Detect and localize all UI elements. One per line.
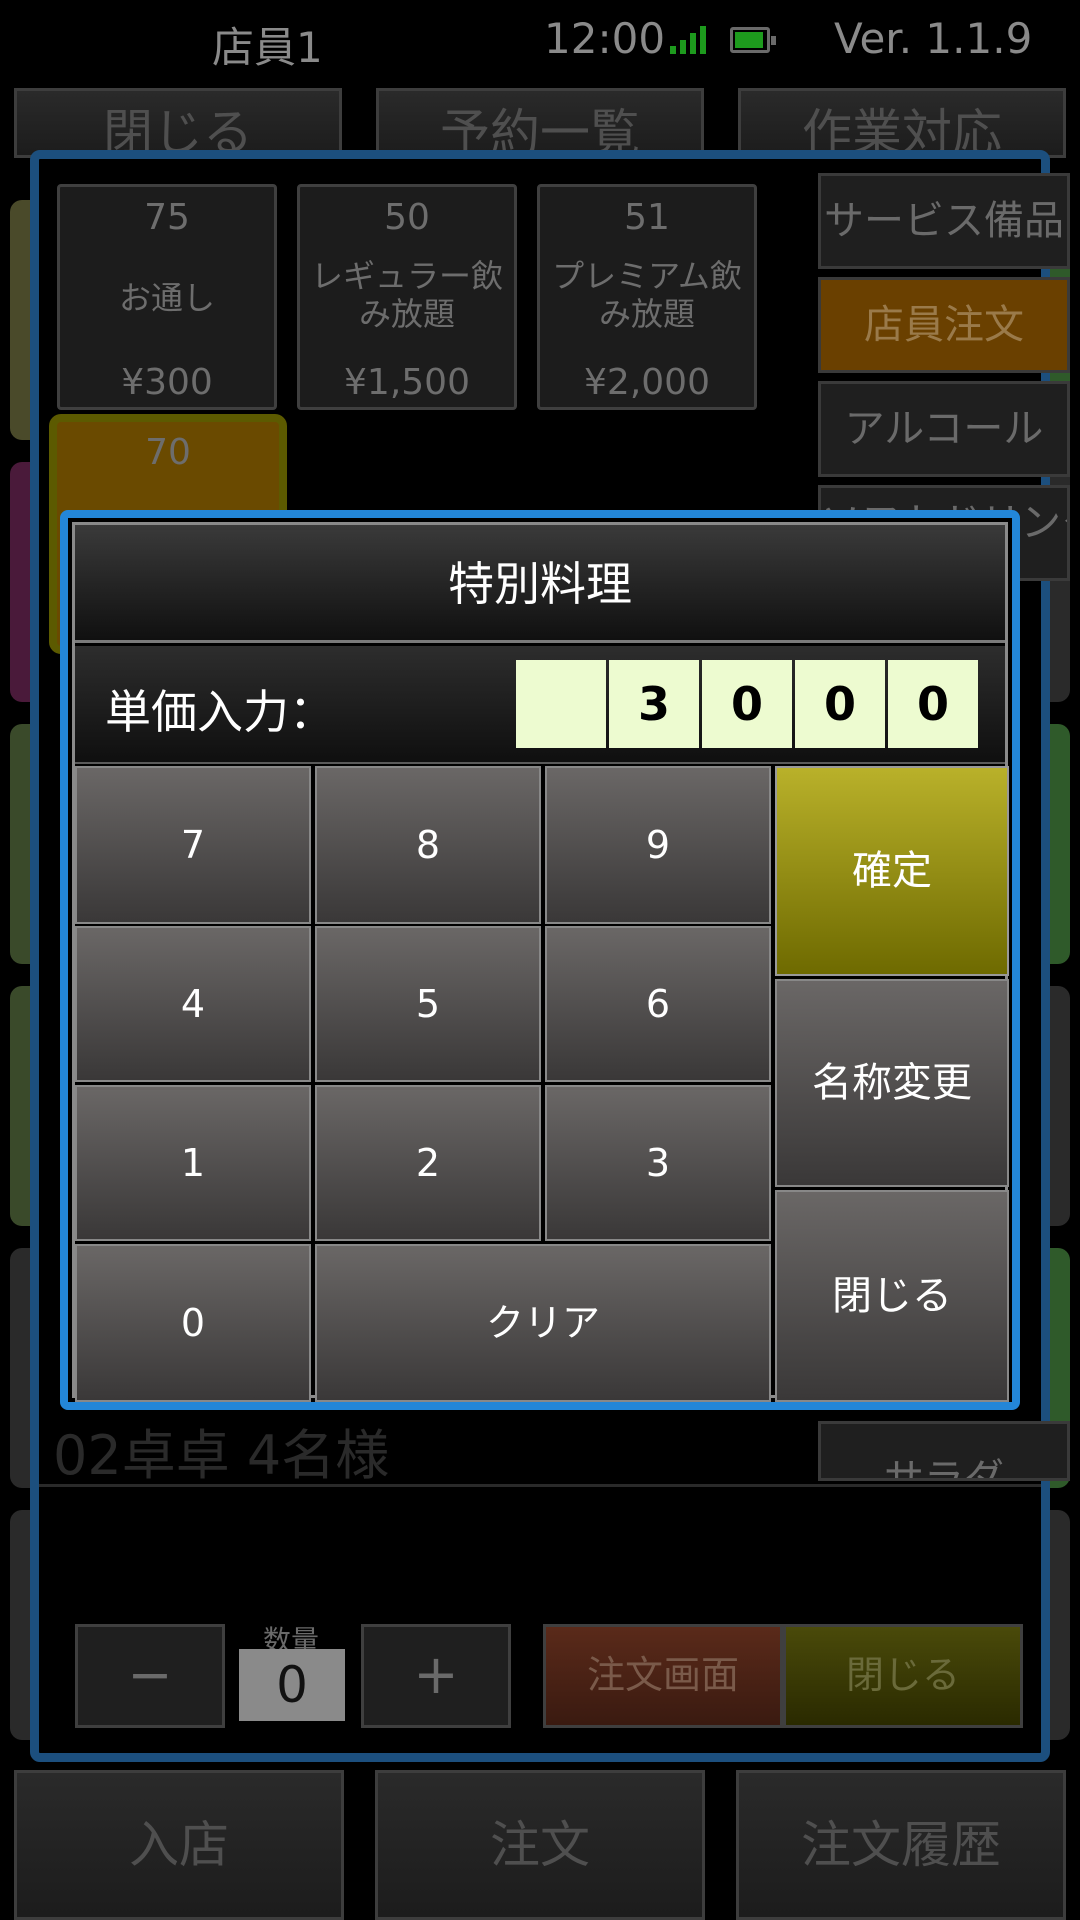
category-alcohol[interactable]: アルコール [818, 381, 1070, 477]
menu-item-number: 51 [624, 197, 670, 238]
confirm-button[interactable]: 確定 [775, 766, 1009, 976]
numpad-key-7[interactable]: 7 [75, 766, 311, 924]
signal-icon [670, 26, 706, 54]
numpad-key-0[interactable]: 0 [75, 1244, 311, 1402]
price-digit: 0 [795, 660, 885, 748]
numpad-key-5[interactable]: 5 [315, 926, 541, 1082]
numpad-key-4[interactable]: 4 [75, 926, 311, 1082]
nav-label: 注文 [490, 1816, 590, 1874]
menu-item-name: お通し [118, 279, 215, 317]
quantity-plus-button[interactable]: + [361, 1624, 511, 1728]
tab-tasks[interactable]: 作業対応 [738, 88, 1066, 158]
category-staff-order[interactable]: 店員注文 [818, 277, 1070, 373]
nav-checkin[interactable]: 入店 [14, 1770, 344, 1920]
price-digit: 3 [609, 660, 699, 748]
numpad-key-2[interactable]: 2 [315, 1085, 541, 1241]
price-label: 単価入力： [105, 685, 335, 739]
tab-close[interactable]: 閉じる [14, 88, 342, 158]
price-input-row: 単価入力： 3 0 0 0 [75, 646, 1005, 764]
numpad-key-9[interactable]: 9 [545, 766, 771, 924]
price-digit: 0 [888, 660, 978, 748]
close-modal-button[interactable]: 閉じる [775, 1190, 1009, 1402]
status-time: 12:00 [544, 14, 666, 63]
menu-item-name: レギュラー飲み放題 [310, 257, 503, 333]
price-digit [516, 660, 606, 748]
table-label: 02卓卓 4名様 [53, 1424, 390, 1487]
numpad-key-1[interactable]: 1 [75, 1085, 311, 1241]
status-user: 店員1 [212, 23, 323, 72]
menu-item-price: ¥1,500 [344, 362, 470, 403]
nav-label: 入店 [129, 1816, 229, 1874]
modal-title: 特別料理 [75, 525, 1005, 643]
price-digit: 0 [702, 660, 792, 748]
menu-item-number: 50 [384, 197, 430, 238]
menu-item-number: 75 [144, 197, 190, 238]
tab-reservations[interactable]: 予約一覧 [376, 88, 704, 158]
menu-item[interactable]: 75 お通し ¥300 [57, 184, 277, 410]
rename-button[interactable]: 名称変更 [775, 979, 1009, 1187]
order-screen-button[interactable]: 注文画面 [543, 1624, 783, 1728]
numpad-key-6[interactable]: 6 [545, 926, 771, 1082]
clear-button[interactable]: クリア [315, 1244, 771, 1402]
close-order-button[interactable]: 閉じる [783, 1624, 1023, 1728]
category-service-items[interactable]: サービス備品 [818, 173, 1070, 269]
battery-icon [730, 27, 776, 53]
numpad-key-3[interactable]: 3 [545, 1085, 771, 1241]
status-bar: 店員1 12:00 Ver. 1.1.9 [0, 0, 1080, 82]
status-version: Ver. 1.1.9 [834, 14, 1033, 63]
modal-body: 特別料理 単価入力： 3 0 0 0 7 8 9 4 5 6 1 2 3 0 ク… [72, 522, 1009, 1402]
menu-item-price: ¥2,000 [584, 362, 710, 403]
menu-item[interactable]: 50 レギュラー飲み放題 ¥1,500 [297, 184, 517, 410]
menu-item-name: プレミアム飲み放題 [552, 257, 742, 333]
category-salad[interactable]: サラダ [818, 1421, 1070, 1481]
menu-item-number: 70 [145, 432, 191, 473]
quantity-display: 0 [239, 1649, 345, 1721]
numpad-key-8[interactable]: 8 [315, 766, 541, 924]
special-dish-modal: 特別料理 単価入力： 3 0 0 0 7 8 9 4 5 6 1 2 3 0 ク… [60, 510, 1020, 1410]
nav-order[interactable]: 注文 [375, 1770, 705, 1920]
quantity-minus-button[interactable]: − [75, 1624, 225, 1728]
divider [39, 1484, 1041, 1487]
menu-item[interactable]: 51 プレミアム飲み放題 ¥2,000 [537, 184, 757, 410]
menu-item-price: ¥300 [121, 362, 213, 403]
nav-order-history[interactable]: 注文履歴 [736, 1770, 1066, 1920]
nav-label: 注文履歴 [801, 1816, 1001, 1874]
